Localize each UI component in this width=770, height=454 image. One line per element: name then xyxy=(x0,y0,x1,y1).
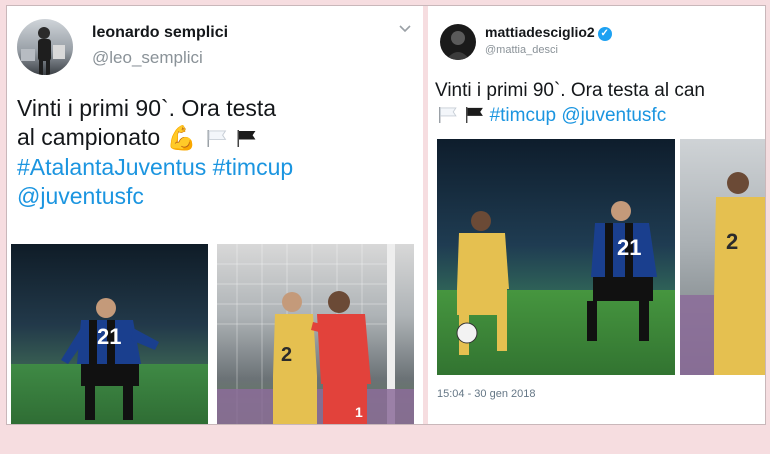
tweet-card-left: leonardo semplici @leo_semplici Vinti i … xyxy=(7,6,423,424)
tweet-text-line: #AtalantaJuventus #timcup xyxy=(17,153,417,182)
tweet-text-line: Vinti i primi 90`. Ora testa xyxy=(17,95,277,121)
timestamp[interactable]: 15:04 - 30 gen 2018 xyxy=(437,388,535,400)
jersey-number: 21 xyxy=(617,235,642,260)
verified-icon: ✓ xyxy=(597,27,612,41)
mention-link[interactable]: @juventusfc xyxy=(17,183,144,209)
player-figure xyxy=(714,172,765,375)
jersey-number: 1 xyxy=(355,404,363,420)
player-figure xyxy=(587,201,657,341)
user-handle[interactable]: @leo_semplici xyxy=(92,48,203,68)
white-flag-icon xyxy=(439,107,457,123)
avatar[interactable] xyxy=(440,24,476,60)
tweet-text-fragment: al campionato xyxy=(17,124,161,150)
flexed-biceps-icon: 💪 xyxy=(166,125,197,152)
tweet-photo[interactable]: 2 xyxy=(680,139,765,375)
white-flag-icon xyxy=(207,130,227,147)
display-name[interactable]: mattiadesciglio2 ✓ xyxy=(485,24,612,41)
player-figure xyxy=(456,211,509,355)
tweet-card-right: mattiadesciglio2 ✓ @mattia_desci Vinti i … xyxy=(428,6,765,424)
avatar-person-icon xyxy=(446,31,470,60)
tweet-text-line: #timcup @juventusfc xyxy=(435,103,765,128)
black-flag-icon xyxy=(237,130,256,147)
player-figure xyxy=(61,298,159,420)
tweet-photo[interactable]: 2 1 xyxy=(217,244,414,424)
avatar-person-icon xyxy=(21,27,65,75)
tweet-text: Vinti i primi 90`. Ora testa al can #tim… xyxy=(435,78,765,128)
display-name[interactable]: leonardo semplici xyxy=(92,24,228,42)
tweet-photo[interactable]: 21 xyxy=(437,139,675,375)
display-name-text[interactable]: mattiadesciglio2 xyxy=(485,24,595,40)
hashtag-link[interactable]: #timcup xyxy=(213,154,294,180)
hashtag-link[interactable]: #timcup xyxy=(490,105,557,126)
jersey-number: 21 xyxy=(97,324,122,349)
players-hug-figure xyxy=(273,291,371,424)
tweet-photo[interactable]: 21 xyxy=(11,244,208,424)
chevron-down-icon[interactable] xyxy=(399,22,411,36)
screenshot-frame: leonardo semplici @leo_semplici Vinti i … xyxy=(6,5,766,425)
black-flag-icon xyxy=(466,107,484,123)
tweet-text: Vinti i primi 90`. Ora testa al campiona… xyxy=(17,94,417,211)
user-handle[interactable]: @mattia_desci xyxy=(485,44,558,56)
tweet-text-line: Vinti i primi 90`. Ora testa al can xyxy=(435,80,705,101)
tweet-text-line: @juventusfc xyxy=(17,182,417,211)
avatar[interactable] xyxy=(17,19,73,75)
hashtag-link[interactable]: #AtalantaJuventus xyxy=(17,154,206,180)
tweet-text-line: al campionato 💪 xyxy=(17,123,417,153)
jersey-number: 2 xyxy=(726,229,739,254)
mention-link[interactable]: @juventusfc xyxy=(561,105,666,126)
jersey-number: 2 xyxy=(281,344,293,366)
